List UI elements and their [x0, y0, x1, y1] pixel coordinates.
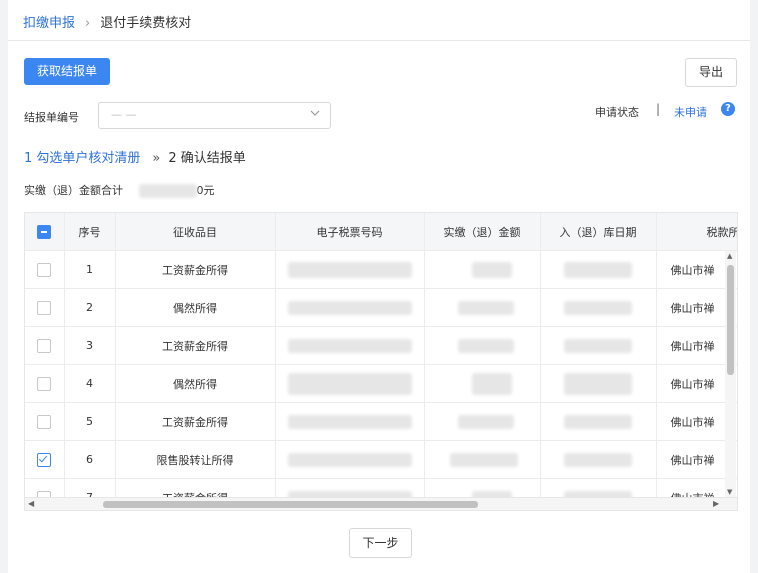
statement-number-placeholder: — —	[111, 108, 137, 121]
row-date	[540, 440, 657, 479]
total-amount-suffix: 0元	[196, 184, 215, 197]
row-checkbox-cell	[25, 288, 65, 327]
row-item: 工资薪金所得	[115, 250, 276, 289]
row-date	[540, 364, 657, 403]
statement-number-select[interactable]: — —	[98, 102, 331, 129]
row-date	[540, 326, 657, 365]
row-index: 5	[64, 402, 116, 441]
table-row: 3 工资薪金所得 佛山市禅	[25, 326, 737, 365]
scroll-up-icon[interactable]: ▲	[727, 252, 732, 260]
help-icon[interactable]: ?	[721, 102, 735, 116]
row-checkbox[interactable]	[37, 338, 52, 353]
row-index: 6	[64, 440, 116, 479]
breadcrumb-current: 退付手续费核对	[100, 16, 192, 31]
row-checkbox[interactable]	[37, 376, 52, 391]
data-table: 序号 征收品目 电子税票号码 实缴（退）金额 入（退）库日期 税款所属 1 工资…	[24, 212, 738, 511]
row-amount	[424, 440, 541, 479]
table-row: 5 工资薪金所得 佛山市禅	[25, 402, 737, 441]
row-ticket-number	[275, 326, 425, 365]
step-2-label: 2 确认结报单	[168, 151, 246, 166]
total-amount-redacted	[138, 184, 197, 198]
row-date	[540, 250, 657, 289]
export-button[interactable]: 导出	[685, 58, 737, 87]
row-amount	[424, 326, 541, 365]
column-header-index: 序号	[64, 213, 116, 251]
row-index: 3	[64, 326, 116, 365]
row-amount	[424, 402, 541, 441]
total-amount: 实缴（退）金额合计 0元	[24, 182, 215, 198]
row-ticket-number	[275, 364, 425, 403]
column-header-date: 入（退）库日期	[540, 213, 657, 251]
chevron-down-icon	[310, 110, 320, 116]
scroll-left-icon[interactable]: ◀	[28, 499, 34, 508]
statement-number-label: 结报单编号	[24, 111, 79, 124]
row-item: 工资薪金所得	[115, 402, 276, 441]
row-item: 偶然所得	[115, 288, 276, 327]
row-index: 1	[64, 250, 116, 289]
select-all-cell	[25, 213, 65, 251]
table-header-row: 序号 征收品目 电子税票号码 实缴（退）金额 入（退）库日期 税款所属	[25, 213, 737, 251]
next-step-button[interactable]: 下一步	[349, 528, 412, 558]
fetch-statement-button[interactable]: 获取结报单	[24, 58, 110, 85]
status-separator: |	[656, 102, 661, 116]
table-row: 6 限售股转让所得 佛山市禅	[25, 440, 737, 479]
steps-indicator: 1 勾选单户核对清册 » 2 确认结报单	[24, 147, 246, 166]
apply-status-value: 未申请	[674, 106, 707, 119]
breadcrumb-separator: ›	[85, 16, 91, 31]
row-index: 2	[64, 288, 116, 327]
row-checkbox-cell	[25, 326, 65, 365]
horizontal-scrollbar[interactable]: ◀ ▶	[25, 497, 737, 510]
breadcrumb: 扣缴申报 › 退付手续费核对	[23, 12, 191, 31]
row-ticket-number	[275, 402, 425, 441]
row-checkbox-checked[interactable]	[37, 452, 52, 467]
row-ticket-number	[275, 250, 425, 289]
row-checkbox-cell	[25, 250, 65, 289]
scroll-right-icon[interactable]: ▶	[713, 499, 719, 508]
row-checkbox[interactable]	[37, 262, 52, 277]
row-item: 限售股转让所得	[115, 440, 276, 479]
row-checkbox-cell	[25, 402, 65, 441]
double-chevron-right-icon: »	[152, 151, 161, 166]
vertical-scroll-thumb[interactable]	[727, 265, 734, 375]
column-header-tax-region: 税款所属	[656, 213, 737, 251]
header-divider	[8, 40, 750, 41]
row-checkbox[interactable]	[37, 300, 52, 315]
row-item: 偶然所得	[115, 364, 276, 403]
select-all-checkbox[interactable]	[37, 224, 52, 239]
row-checkbox[interactable]	[37, 414, 52, 429]
column-header-item: 征收品目	[115, 213, 276, 251]
total-amount-label: 实缴（退）金额合计	[24, 184, 123, 197]
table-row: 2 偶然所得 佛山市禅	[25, 288, 737, 327]
row-amount	[424, 364, 541, 403]
row-date	[540, 402, 657, 441]
row-item: 工资薪金所得	[115, 326, 276, 365]
table-row: 4 偶然所得 佛山市禅	[25, 364, 737, 403]
row-checkbox-cell	[25, 364, 65, 403]
column-header-amount: 实缴（退）金额	[424, 213, 541, 251]
apply-status-label: 申请状态	[595, 106, 639, 119]
breadcrumb-parent-link[interactable]: 扣缴申报	[23, 16, 75, 31]
step-1-link[interactable]: 1 勾选单户核对清册	[24, 151, 140, 166]
horizontal-scroll-thumb[interactable]	[103, 501, 478, 508]
scroll-down-icon[interactable]: ▼	[727, 488, 732, 496]
row-ticket-number	[275, 440, 425, 479]
row-checkbox-cell	[25, 440, 65, 479]
vertical-scrollbar[interactable]: ▲ ▼	[725, 251, 736, 497]
main-panel: 扣缴申报 › 退付手续费核对 获取结报单 导出 结报单编号 — — 申请状态 | 未…	[8, 0, 750, 573]
row-amount	[424, 288, 541, 327]
row-amount	[424, 250, 541, 289]
column-header-ticket-number: 电子税票号码	[275, 213, 425, 251]
row-date	[540, 288, 657, 327]
row-ticket-number	[275, 288, 425, 327]
row-index: 4	[64, 364, 116, 403]
table-row: 1 工资薪金所得 佛山市禅	[25, 250, 737, 289]
